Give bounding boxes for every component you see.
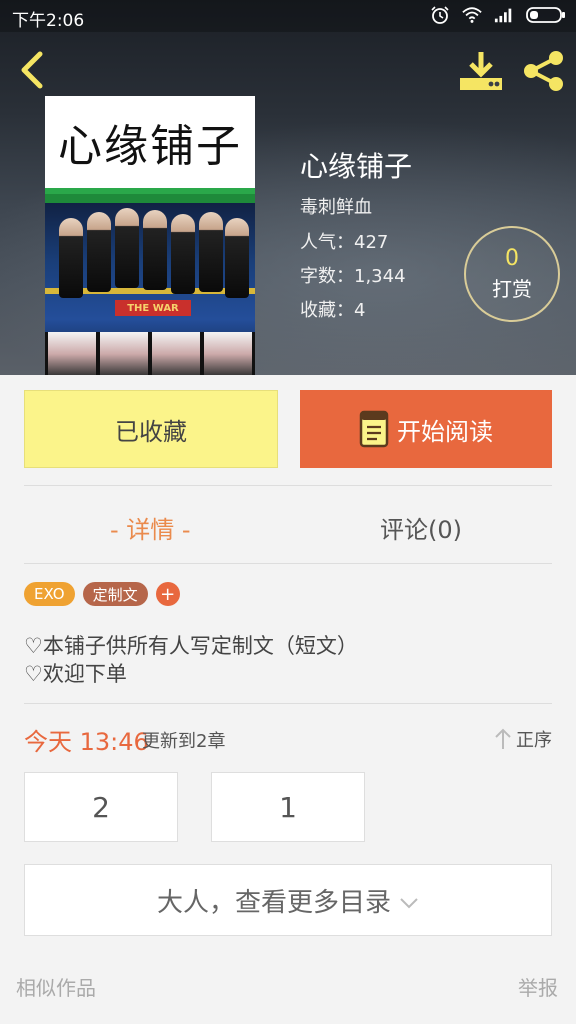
download-button[interactable] bbox=[458, 50, 504, 92]
signal-icon bbox=[494, 8, 512, 23]
alarm-icon bbox=[431, 6, 449, 24]
update-row: 今天 13:46 更新到2章 正序 bbox=[24, 722, 552, 756]
share-icon[interactable] bbox=[522, 50, 566, 92]
similar-works-link[interactable]: 相似作品 bbox=[16, 972, 96, 1001]
start-reading-button[interactable]: 开始阅读 bbox=[300, 390, 552, 468]
more-catalog-button[interactable]: 大人，查看更多目录 bbox=[24, 864, 552, 936]
tab-comments[interactable]: 评论(0) bbox=[380, 510, 462, 545]
book-header: 下午2:06 心缘铺子 THE WAR 心缘铺子 毒刺鲜血 人气：427 字数：… bbox=[0, 0, 576, 375]
divider bbox=[24, 703, 552, 704]
cover-title: 心缘铺子 bbox=[45, 96, 255, 188]
book-description: ♡本铺子供所有人写定制文（短文） ♡欢迎下单 bbox=[24, 632, 358, 688]
cover-artwork: THE WAR bbox=[45, 188, 255, 375]
book-author[interactable]: 毒刺鲜血 bbox=[300, 193, 372, 219]
collected-button[interactable]: 已收藏 bbox=[24, 390, 278, 468]
tip-label: 打赏 bbox=[492, 277, 532, 301]
book-icon bbox=[359, 410, 389, 448]
divider bbox=[24, 563, 552, 564]
chevron-down-icon bbox=[400, 898, 418, 909]
wifi-icon bbox=[462, 7, 482, 23]
update-time: 今天 13:46 bbox=[24, 728, 149, 756]
back-button[interactable] bbox=[14, 50, 50, 90]
status-icons bbox=[430, 6, 566, 24]
book-title: 心缘铺子 bbox=[300, 150, 413, 183]
tag-custom[interactable]: 定制文 bbox=[82, 582, 148, 606]
add-tag-button[interactable]: + bbox=[155, 582, 180, 606]
action-bar: 已收藏 开始阅读 bbox=[0, 375, 576, 485]
description-line: ♡欢迎下单 bbox=[24, 662, 127, 686]
tip-count: 0 bbox=[505, 246, 519, 271]
battery-icon bbox=[526, 7, 565, 23]
description-line: ♡本铺子供所有人写定制文（短文） bbox=[24, 634, 358, 658]
sort-label: 正序 bbox=[516, 730, 552, 751]
book-cover[interactable]: 心缘铺子 THE WAR bbox=[45, 96, 255, 375]
book-favorites: 收藏：4 bbox=[300, 300, 366, 321]
status-bar: 下午2:06 bbox=[0, 0, 576, 32]
start-reading-label: 开始阅读 bbox=[397, 417, 493, 446]
divider bbox=[24, 485, 552, 486]
book-popularity: 人气：427 bbox=[300, 232, 389, 253]
chapter-item[interactable]: 1 bbox=[211, 772, 365, 842]
cover-banner: THE WAR bbox=[115, 300, 191, 316]
update-text: 更新到2章 bbox=[142, 731, 226, 752]
chapter-item[interactable]: 2 bbox=[24, 772, 178, 842]
book-word-count: 字数：1,344 bbox=[300, 266, 406, 287]
tag-exo[interactable]: EXO bbox=[24, 582, 75, 606]
cover-thumbnails bbox=[45, 332, 255, 375]
status-time: 下午2:06 bbox=[12, 11, 85, 31]
tab-bar: - 详情 - 评论(0) bbox=[0, 488, 576, 564]
tip-button[interactable]: 0 打赏 bbox=[464, 226, 560, 322]
arrow-up-icon bbox=[495, 728, 511, 749]
sort-button[interactable]: 正序 bbox=[494, 726, 552, 752]
more-catalog-label: 大人，查看更多目录 bbox=[156, 887, 391, 918]
report-link[interactable]: 举报 bbox=[518, 972, 558, 1001]
tab-details[interactable]: - 详情 - bbox=[110, 510, 191, 545]
tag-list: EXO 定制文 + bbox=[24, 582, 180, 606]
